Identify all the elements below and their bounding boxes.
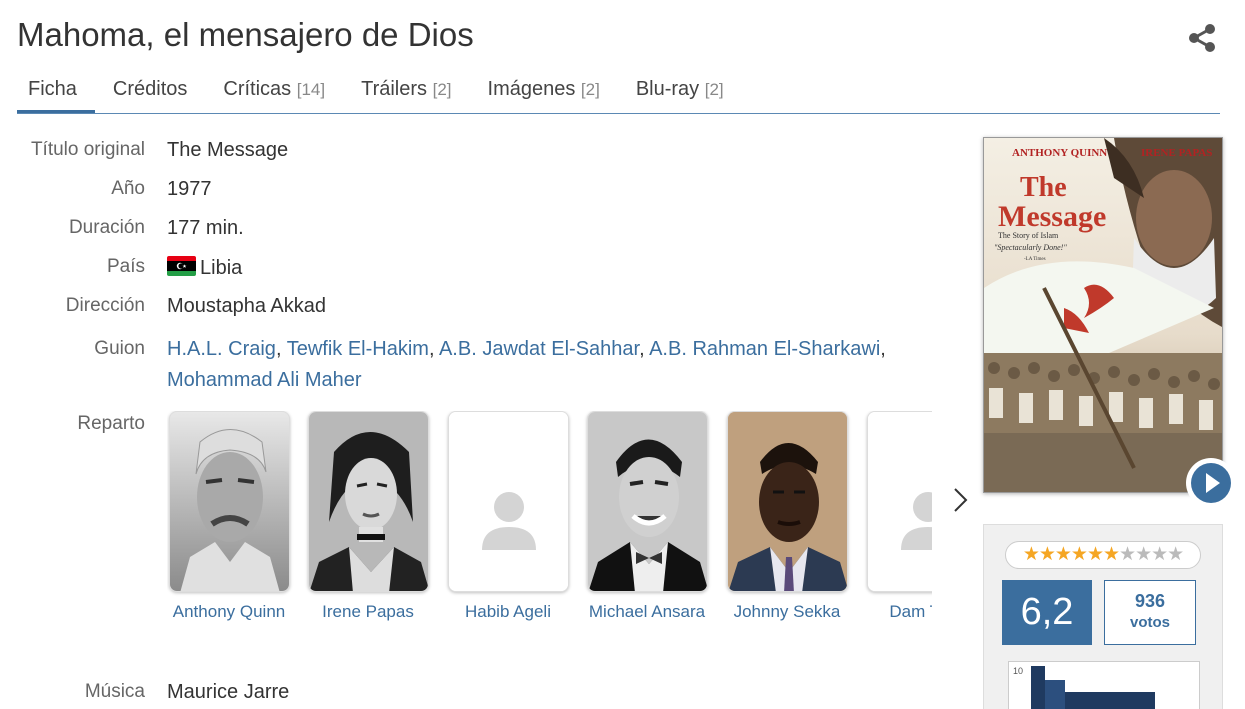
votes-histogram[interactable]: 10 — [1008, 661, 1200, 709]
tab-criticas[interactable]: Críticas [14] — [223, 74, 325, 113]
tab-label: Tráilers — [361, 78, 428, 100]
star-filled-icon: ★★★★★★ — [1022, 544, 1120, 565]
cast-label: Reparto — [77, 413, 145, 434]
tab-imagenes[interactable]: Imágenes [2] — [488, 74, 600, 113]
duration-label: Duración — [68, 217, 145, 238]
original-title-value: The Message — [167, 139, 289, 161]
histogram-axis-label: 10 — [1013, 666, 1023, 676]
cast-card[interactable]: Johnny Sekka — [725, 411, 849, 624]
cast-card[interactable]: Habib Ageli — [446, 411, 570, 624]
chevron-right-icon[interactable] — [950, 485, 972, 515]
writer-link[interactable]: A.B. Jawdat El-Sahhar — [439, 338, 639, 360]
direction-label: Dirección — [65, 295, 145, 316]
cast-name[interactable]: Johnny Sekka — [725, 600, 849, 624]
original-title-label: Título original — [30, 139, 145, 160]
poster-quote-source: -LA Times — [1024, 257, 1046, 262]
cast-photo[interactable] — [307, 411, 429, 592]
libya-flag-icon — [167, 256, 196, 276]
script-label: Guion — [94, 338, 145, 359]
country-name: Libia — [200, 257, 243, 279]
duration-value: 177 min. — [167, 217, 244, 239]
tab-label: Imágenes — [487, 78, 576, 100]
writer-link[interactable]: Tewfik El-Hakim — [287, 338, 429, 360]
cast-name[interactable]: Habib Ageli — [446, 600, 570, 624]
year-value: 1977 — [167, 178, 212, 200]
person-placeholder-icon — [448, 412, 568, 591]
cast-card[interactable]: Anthony Quinn — [167, 411, 291, 624]
tab-count: [2] — [432, 80, 452, 99]
poster-actor-left: ANTHONY QUINN — [1012, 147, 1107, 159]
writer-link[interactable]: Mohammad Ali Maher — [167, 369, 362, 391]
page-title: Mahoma, el mensajero de Dios — [17, 16, 474, 53]
poster-subtitle: The Story of Islam — [998, 231, 1059, 240]
play-icon[interactable] — [1186, 458, 1236, 508]
cast-card[interactable]: Irene Papas — [306, 411, 430, 624]
cast-card[interactable]: Michael Ansara — [585, 411, 709, 624]
tab-label: Ficha — [28, 78, 77, 100]
tab-bluray[interactable]: Blu-ray [2] — [636, 74, 724, 113]
tab-creditos[interactable]: Créditos — [113, 74, 187, 113]
tab-label: Blu-ray — [635, 78, 700, 100]
poster-title-line1: The — [1020, 172, 1067, 203]
poster-title-line2: Message — [998, 200, 1106, 233]
cast-card[interactable]: Dam Thor — [865, 411, 932, 624]
cast-photo[interactable] — [168, 411, 290, 592]
director-link[interactable]: Moustapha Akkad — [167, 295, 326, 318]
cast-name[interactable]: Michael Ansara — [585, 600, 709, 624]
tab-count: [2] — [580, 80, 600, 99]
tab-bar: Ficha Créditos Críticas [14] Tráilers [2… — [17, 74, 1220, 114]
movie-poster[interactable]: ANTHONY QUINN IRENE PAPAS The Message Th… — [983, 137, 1223, 493]
poster-actor-right: IRENE PAPAS — [1141, 147, 1212, 159]
music-label: Música — [84, 681, 145, 702]
cast-carousel: Anthony Quinn Irene Papas Habib Ageli Mi… — [167, 411, 932, 651]
star-rating: ★★★★★★★★★★ — [1005, 541, 1201, 569]
share-icon[interactable] — [1186, 22, 1218, 54]
year-label: Año — [111, 178, 145, 199]
star-empty-icon: ★★★★ — [1119, 544, 1184, 565]
tab-label: Créditos — [112, 78, 188, 100]
votes-label: votos — [1129, 614, 1170, 631]
composer-link[interactable]: Maurice Jarre — [167, 681, 289, 704]
average-score: 6,2 — [1002, 580, 1092, 645]
cast-name[interactable]: Irene Papas — [306, 600, 430, 624]
tab-trailers[interactable]: Tráilers [2] — [361, 74, 451, 113]
tab-count: [2] — [704, 80, 724, 99]
writer-link[interactable]: H.A.L. Craig — [167, 338, 276, 360]
tab-ficha[interactable]: Ficha — [17, 74, 95, 113]
votes-count: 936 — [1134, 591, 1166, 611]
votes-box[interactable]: 936 votos — [1104, 580, 1196, 645]
cast-photo[interactable] — [866, 411, 932, 592]
cast-name[interactable]: Dam Thor — [865, 600, 932, 624]
country-label: País — [106, 256, 145, 277]
tab-count: [14] — [296, 80, 326, 99]
writers-list: H.A.L. Craig, Tewfik El-Hakim, A.B. Jawd… — [167, 338, 886, 391]
rating-panel: ★★★★★★★★★★ 6,2 936 votos 10 — [983, 524, 1223, 709]
tab-label: Críticas — [223, 78, 292, 100]
cast-name[interactable]: Anthony Quinn — [167, 600, 291, 624]
cast-photo[interactable] — [726, 411, 848, 592]
country-value: Libia — [167, 256, 242, 280]
cast-photo[interactable] — [447, 411, 569, 592]
cast-photo[interactable] — [586, 411, 708, 592]
poster-quote: "Spectacularly Done!" — [994, 243, 1067, 252]
writer-link[interactable]: A.B. Rahman El-Sharkawi — [649, 338, 880, 360]
person-placeholder-icon — [867, 412, 932, 591]
